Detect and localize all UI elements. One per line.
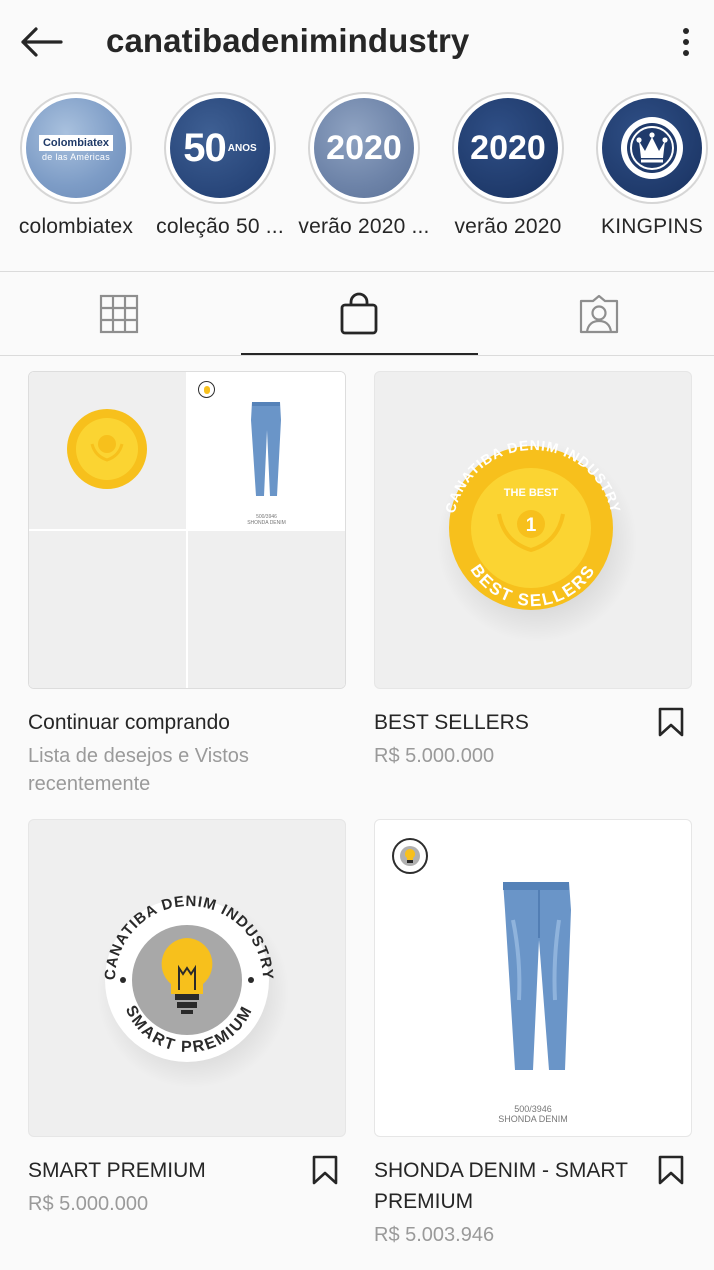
cover-number: 50 bbox=[183, 125, 226, 170]
profile-tabs bbox=[0, 272, 714, 356]
colombiatex-logo-subtext: de las Américas bbox=[41, 151, 111, 162]
more-options-button[interactable] bbox=[672, 22, 700, 62]
jeans-image bbox=[251, 402, 281, 496]
highlight-cover-image: 50 ANOS bbox=[170, 98, 270, 198]
bookmark-icon bbox=[658, 707, 684, 737]
collage-cell-empty bbox=[188, 531, 345, 688]
product-image: CANATIBA DENIM INDUSTRY BEST SELLERS THE… bbox=[374, 371, 692, 689]
tab-grid[interactable] bbox=[0, 272, 238, 356]
highlight-label: verão 2020 ... bbox=[298, 215, 430, 238]
cover-year: 2020 bbox=[470, 128, 546, 167]
highlight-ring: Colombiatex de las Américas bbox=[20, 92, 132, 204]
more-dot-icon bbox=[683, 39, 689, 45]
product-name: Continuar comprando bbox=[28, 711, 230, 734]
highlight-kingpins[interactable]: KINGPINS bbox=[582, 92, 714, 239]
highlight-ring bbox=[596, 92, 708, 204]
crown-icon bbox=[621, 117, 683, 179]
divider bbox=[0, 355, 714, 356]
jeans-image bbox=[503, 882, 571, 1070]
tagged-user-icon bbox=[579, 294, 619, 334]
jeans-caption: 500/3946 SHONDA DENIM bbox=[375, 1104, 691, 1124]
highlight-label: coleção 50 ... bbox=[156, 215, 284, 238]
highlight-verao-2020-b[interactable]: 2020 verão 2020 bbox=[438, 92, 578, 239]
more-dot-icon bbox=[683, 50, 689, 56]
highlight-cover-image: 2020 bbox=[458, 98, 558, 198]
product-card-smart-premium[interactable]: CANATIBA DENIM INDUSTRY SMART PREMIUM SM… bbox=[28, 819, 346, 1218]
jeans-name: SHONDA DENIM bbox=[498, 1114, 568, 1124]
collage-grid: 500/3946 SHONDA DENIM bbox=[29, 372, 345, 688]
save-bookmark-button[interactable] bbox=[310, 1153, 340, 1187]
continue-shopping-collage: 500/3946 SHONDA DENIM bbox=[28, 371, 346, 689]
product-card-shonda-denim[interactable]: 500/3946 SHONDA DENIM SHONDA DENIM - SMA… bbox=[374, 819, 692, 1249]
highlight-cover-image bbox=[602, 98, 702, 198]
tab-shop[interactable] bbox=[240, 272, 478, 356]
save-bookmark-button[interactable] bbox=[656, 1153, 686, 1187]
best-sellers-badge: CANATIBA DENIM INDUSTRY BEST SELLERS THE… bbox=[437, 437, 637, 642]
product-price: R$ 5.003.946 bbox=[374, 1224, 495, 1246]
back-arrow-icon bbox=[21, 27, 63, 57]
grid-icon bbox=[99, 294, 139, 334]
continue-shopping-card[interactable]: 500/3946 SHONDA DENIM Continuar comprando… bbox=[28, 371, 346, 798]
product-name: BEST SELLERS bbox=[374, 711, 529, 734]
bookmark-icon bbox=[658, 1155, 684, 1185]
profile-username: canatibadenimindustry bbox=[106, 22, 470, 59]
smart-premium-badge: CANATIBA DENIM INDUSTRY SMART PREMIUM bbox=[97, 893, 289, 1088]
back-button[interactable] bbox=[18, 22, 64, 62]
collage-cell-empty bbox=[29, 531, 186, 688]
jeans-caption: 500/3946 SHONDA DENIM bbox=[247, 514, 286, 526]
story-highlights: Colombiatex de las Américas colombiatex … bbox=[0, 92, 714, 252]
highlight-verao-2020-a[interactable]: 2020 verão 2020 ... bbox=[294, 92, 434, 239]
more-dot-icon bbox=[683, 28, 689, 34]
badge-the-best-text: THE BEST bbox=[504, 487, 559, 499]
highlight-label: verão 2020 bbox=[454, 215, 562, 238]
save-bookmark-button[interactable] bbox=[656, 705, 686, 739]
product-image: 500/3946 SHONDA DENIM bbox=[374, 819, 692, 1137]
highlight-ring: 2020 bbox=[452, 92, 564, 204]
product-price: R$ 5.000.000 bbox=[28, 1193, 149, 1215]
product-price: R$ 5.000.000 bbox=[374, 745, 495, 767]
header: canatibadenimindustry bbox=[0, 0, 714, 84]
cover-year: 2020 bbox=[326, 128, 402, 167]
highlight-cover-image: 2020 bbox=[314, 98, 414, 198]
highlight-label: colombiatex bbox=[18, 215, 134, 238]
highlight-colecao-50[interactable]: 50 ANOS coleção 50 ... bbox=[150, 92, 290, 239]
colombiatex-logo-text: Colombiatex bbox=[38, 134, 113, 151]
best-sellers-mini-badge bbox=[67, 409, 147, 489]
collage-cell-badge bbox=[29, 372, 186, 529]
badge-rank-number: 1 bbox=[526, 515, 537, 536]
product-subtitle: Lista de desejos e Vistos recentemente bbox=[28, 745, 249, 795]
jeans-code: 500/3946 bbox=[514, 1104, 552, 1114]
highlight-cover-image: Colombiatex de las Américas bbox=[26, 98, 126, 198]
collage-cell-jeans: 500/3946 SHONDA DENIM bbox=[188, 372, 345, 529]
highlight-colombiatex[interactable]: Colombiatex de las Américas colombiatex bbox=[6, 92, 146, 239]
lightbulb-icon bbox=[400, 846, 420, 866]
bookmark-icon bbox=[312, 1155, 338, 1185]
product-card-best-sellers[interactable]: CANATIBA DENIM INDUSTRY BEST SELLERS THE… bbox=[374, 371, 692, 770]
tab-tagged[interactable] bbox=[480, 272, 714, 356]
brand-logo-icon bbox=[198, 381, 215, 398]
product-name: SMART PREMIUM bbox=[28, 1159, 206, 1182]
product-image: CANATIBA DENIM INDUSTRY SMART PREMIUM bbox=[28, 819, 346, 1137]
cover-subtext: ANOS bbox=[227, 142, 257, 154]
brand-logo-icon bbox=[392, 838, 428, 874]
shopping-bag-icon bbox=[340, 292, 378, 335]
highlight-ring: 2020 bbox=[308, 92, 420, 204]
highlight-ring: 50 ANOS bbox=[164, 92, 276, 204]
product-name: SHONDA DENIM - SMART PREMIUM bbox=[374, 1159, 628, 1213]
highlight-label: KINGPINS bbox=[601, 215, 703, 238]
